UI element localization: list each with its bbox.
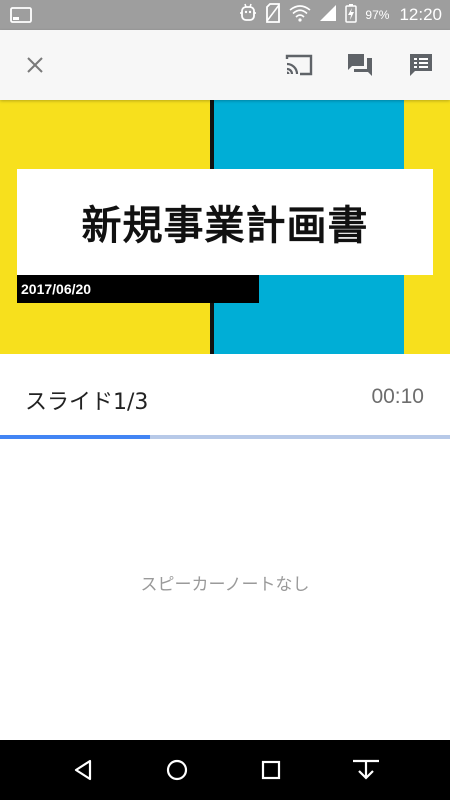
- signal-icon: [319, 4, 337, 27]
- home-icon: [166, 759, 188, 781]
- speaker-notes-icon: [410, 54, 432, 76]
- presenter-toolbar: [0, 30, 450, 100]
- no-sim-icon: [265, 2, 281, 28]
- back-icon: [74, 759, 92, 781]
- slide-title-box: 新規事業計画書: [17, 169, 433, 275]
- screen-cast-notification-icon: [10, 7, 32, 23]
- hide-keyboard-button[interactable]: [348, 752, 384, 788]
- audience-questions-button[interactable]: [342, 47, 378, 83]
- hide-keyboard-icon: [353, 759, 379, 780]
- cast-button[interactable]: [281, 47, 317, 83]
- status-bar: 97% 12:20: [0, 0, 450, 30]
- slide-info-row: スライド1/3 00:10: [0, 354, 450, 436]
- slide-title: 新規事業計画書: [81, 202, 369, 249]
- battery-percent: 97%: [365, 8, 390, 22]
- speaker-notes-empty: スピーカーノートなし: [140, 575, 310, 595]
- speaker-notes-button[interactable]: [403, 47, 439, 83]
- recents-button[interactable]: [253, 752, 289, 788]
- clock: 12:20: [399, 5, 442, 24]
- slide-progress-bar: [0, 435, 450, 439]
- system-nav-bar: [0, 740, 450, 800]
- slide-preview[interactable]: 新規事業計画書 2017/06/20: [0, 100, 450, 354]
- back-button[interactable]: [65, 752, 101, 788]
- slide-counter: スライド1/3: [25, 390, 149, 415]
- close-button[interactable]: [17, 47, 53, 83]
- home-button[interactable]: [159, 752, 195, 788]
- recents-icon: [261, 760, 281, 780]
- cast-icon: [285, 54, 313, 76]
- presentation-timer[interactable]: 00:10: [371, 385, 424, 409]
- close-icon: [27, 57, 43, 73]
- slide-date-bar: 2017/06/20: [17, 275, 259, 303]
- battery-charging-icon: [345, 3, 358, 28]
- slide-progress-fill: [0, 435, 150, 439]
- android-debug-icon: [239, 3, 257, 28]
- wifi-icon: [289, 4, 311, 27]
- slide-date: 2017/06/20: [21, 281, 92, 297]
- questions-icon: [348, 54, 372, 76]
